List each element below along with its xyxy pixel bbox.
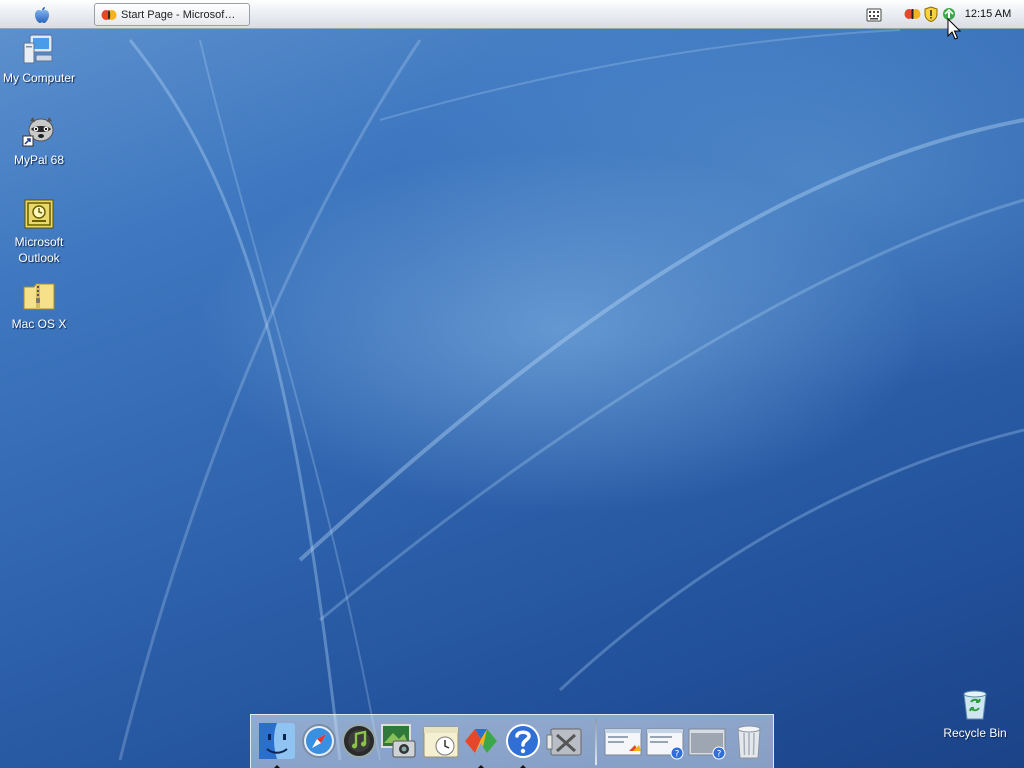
- wallpaper-swooshes: [118, 29, 1024, 761]
- desktop-icon-label: Microsoft Outlook: [14, 235, 64, 265]
- desktop-icon-my-computer[interactable]: My Computer: [1, 33, 77, 86]
- clock[interactable]: 12:15 AM: [958, 8, 1018, 20]
- dock: ? ?: [250, 714, 774, 768]
- desktop-icon-label: MyPal 68: [13, 153, 65, 167]
- window-thumbnail-icon: [604, 728, 642, 756]
- mouse-cursor-icon: [947, 18, 961, 40]
- recycle-bin-icon: [963, 690, 987, 720]
- dock-item-safari[interactable]: [299, 721, 339, 763]
- keyboard-icon[interactable]: [866, 8, 882, 22]
- dock-item-help[interactable]: [503, 721, 543, 768]
- taskbar-window-button[interactable]: Start Page - Microsof…: [94, 3, 250, 26]
- apple-menu-button[interactable]: [30, 4, 54, 26]
- security-shield-icon[interactable]: [924, 6, 938, 22]
- window-thumbnail-help-icon: ?: [646, 728, 684, 760]
- butterfly-browser-icon: [465, 729, 497, 753]
- dock-minimized-window-2[interactable]: ?: [645, 721, 685, 763]
- taskbar-window-title: Start Page - Microsof…: [121, 8, 236, 21]
- zip-folder-icon: [23, 283, 55, 310]
- desktop[interactable]: Start Page - Microsof… 12:15 AM My Compu…: [0, 0, 1024, 768]
- svg-text:?: ?: [675, 750, 680, 760]
- outlook-icon: [24, 199, 54, 229]
- safari-icon: [302, 724, 336, 758]
- desktop-icon-outlook[interactable]: Microsoft Outlook: [1, 197, 77, 266]
- dock-separator: [595, 719, 597, 765]
- finder-icon: [259, 723, 295, 759]
- iphoto-icon: [381, 724, 416, 758]
- browser-butterfly-icon: [101, 9, 117, 20]
- svg-text:?: ?: [717, 750, 722, 760]
- raccoon-icon: [22, 117, 54, 147]
- help-icon: [506, 724, 540, 758]
- dock-item-itunes[interactable]: [339, 721, 379, 763]
- butterfly-tray-icon[interactable]: [904, 7, 921, 21]
- trash-icon: [737, 725, 761, 759]
- system-utilities-icon: [546, 728, 582, 756]
- desktop-icon-label: Mac OS X: [11, 317, 67, 331]
- dock-item-finder[interactable]: [257, 721, 297, 768]
- desktop-icon-mac-os-x[interactable]: Mac OS X: [1, 279, 77, 332]
- itunes-icon: [342, 724, 376, 758]
- window-thumbnail-help-icon: ?: [688, 728, 726, 760]
- apple-logo-icon: [35, 7, 49, 23]
- desktop-icon-label: Recycle Bin: [943, 726, 1007, 740]
- menu-bar: Start Page - Microsof… 12:15 AM: [0, 0, 1024, 29]
- dock-item-utilities[interactable]: [545, 721, 585, 763]
- desktop-icon-mypal[interactable]: MyPal 68: [1, 115, 77, 168]
- dock-item-iphoto[interactable]: [379, 721, 419, 763]
- dock-item-trash[interactable]: [729, 721, 769, 763]
- desktop-icon-recycle-bin[interactable]: Recycle Bin: [937, 688, 1013, 741]
- dock-minimized-window-1[interactable]: [603, 721, 643, 763]
- dock-minimized-window-3[interactable]: ?: [687, 721, 727, 763]
- desktop-icon-label: My Computer: [2, 71, 76, 85]
- dock-item-browser[interactable]: [461, 721, 501, 768]
- ical-icon: [423, 726, 459, 758]
- dock-item-ical[interactable]: [421, 721, 461, 763]
- computer-icon: [23, 34, 53, 64]
